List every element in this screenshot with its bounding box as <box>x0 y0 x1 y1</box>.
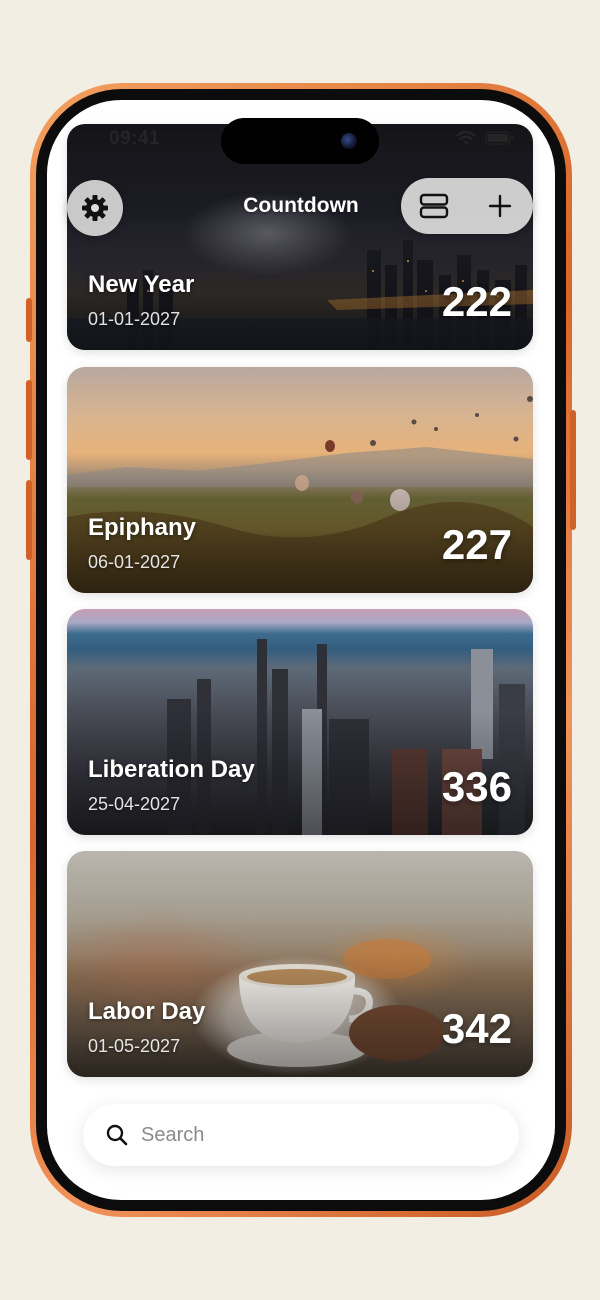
battery-icon <box>485 131 515 145</box>
event-name: Liberation Day <box>88 756 255 783</box>
search-placeholder: Search <box>141 1123 205 1146</box>
days-remaining: 342 <box>441 1005 512 1052</box>
plus-icon <box>488 194 512 218</box>
layout-toggle-button[interactable] <box>401 178 467 234</box>
event-date: 25-04-2027 <box>88 794 181 814</box>
wifi-icon <box>455 130 477 146</box>
event-name: Labor Day <box>88 998 206 1025</box>
app-screen: 09:41 Countdown New Year 01-01-2027 222 … <box>47 100 555 1200</box>
volume-up-button <box>26 380 32 460</box>
status-time: 09:41 <box>109 128 161 149</box>
volume-down-button <box>26 480 32 560</box>
add-event-button[interactable] <box>467 178 533 234</box>
days-remaining: 336 <box>441 763 512 810</box>
power-button <box>570 410 576 530</box>
event-card-labor-day[interactable]: Labor Day 01-05-2027 342 <box>67 851 533 1077</box>
dynamic-island <box>221 118 379 164</box>
event-date: 06-01-2027 <box>88 552 181 572</box>
event-card-epiphany[interactable]: Epiphany 06-01-2027 227 <box>67 367 533 593</box>
camera-icon <box>341 133 357 149</box>
event-name: Epiphany <box>88 514 197 541</box>
event-card-liberation-day[interactable]: Liberation Day 25-04-2027 336 <box>67 609 533 835</box>
days-remaining: 227 <box>441 521 512 568</box>
days-remaining: 222 <box>441 278 512 325</box>
search-icon <box>106 1124 128 1146</box>
event-name: New Year <box>88 271 195 298</box>
event-date: 01-05-2027 <box>88 1036 181 1056</box>
search-input[interactable]: Search <box>83 1104 519 1166</box>
status-icons <box>455 130 515 146</box>
event-date: 01-01-2027 <box>88 309 181 329</box>
layout-toggle-icon <box>419 193 449 219</box>
action-button <box>26 298 32 342</box>
header-action-pill <box>401 178 533 234</box>
